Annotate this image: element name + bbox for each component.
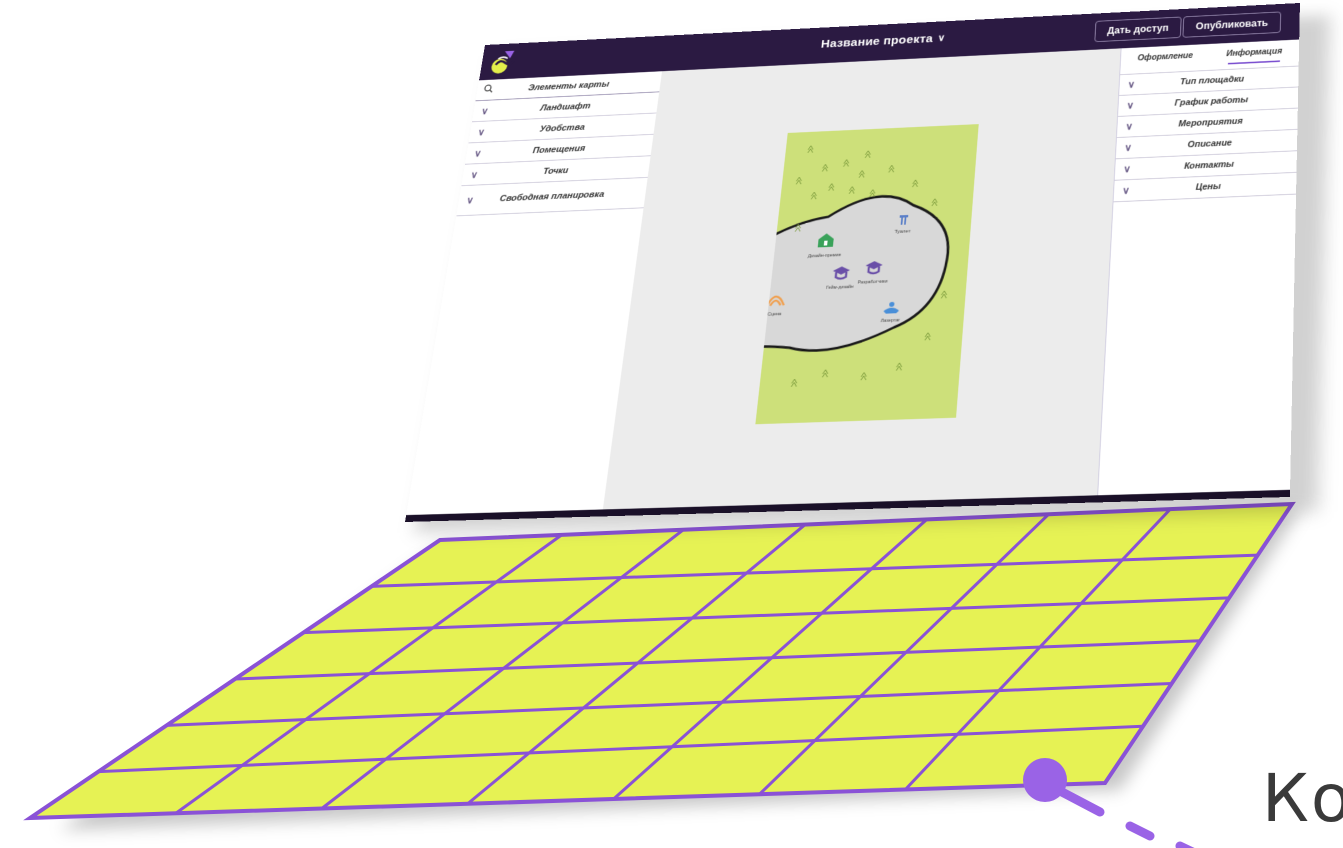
connector-decoration [1023,758,1195,848]
scene: Название проекта ∨ Дать доступ Опубликова… [0,0,1343,848]
caption-text: Ко [1262,760,1343,837]
